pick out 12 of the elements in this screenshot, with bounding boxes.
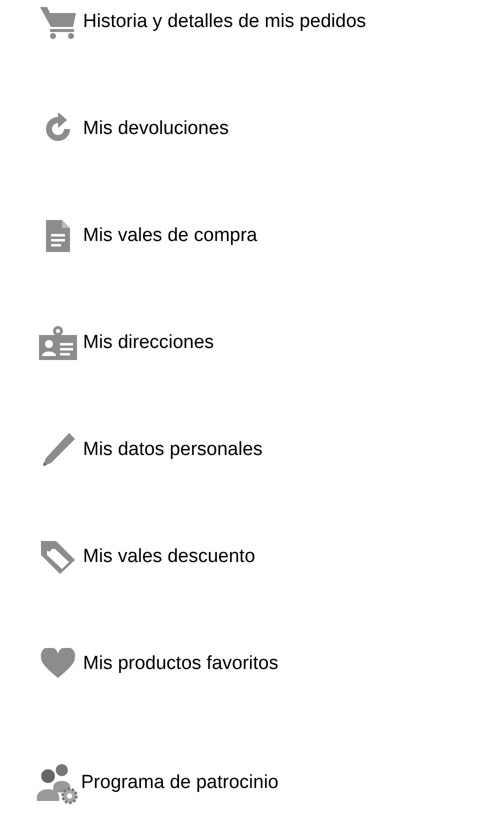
menu-link[interactable]: Programa de patrocinio: [36, 751, 494, 815]
menu-link[interactable]: Mis productos favoritos: [36, 644, 494, 684]
heart-icon: [40, 648, 76, 680]
menu-link[interactable]: Mis vales de compra: [36, 216, 494, 256]
menu-link[interactable]: Mis devoluciones: [36, 109, 494, 149]
cart-icon: [38, 5, 78, 39]
document-icon: [44, 218, 72, 254]
menu-link[interactable]: Historia y detalles de mis pedidos: [36, 2, 494, 42]
menu-link[interactable]: Mis direcciones: [36, 323, 494, 363]
id-card-icon: [38, 325, 78, 361]
menu-link[interactable]: Mis vales descuento: [36, 537, 494, 577]
menu-link[interactable]: Mis datos personales: [36, 430, 494, 470]
